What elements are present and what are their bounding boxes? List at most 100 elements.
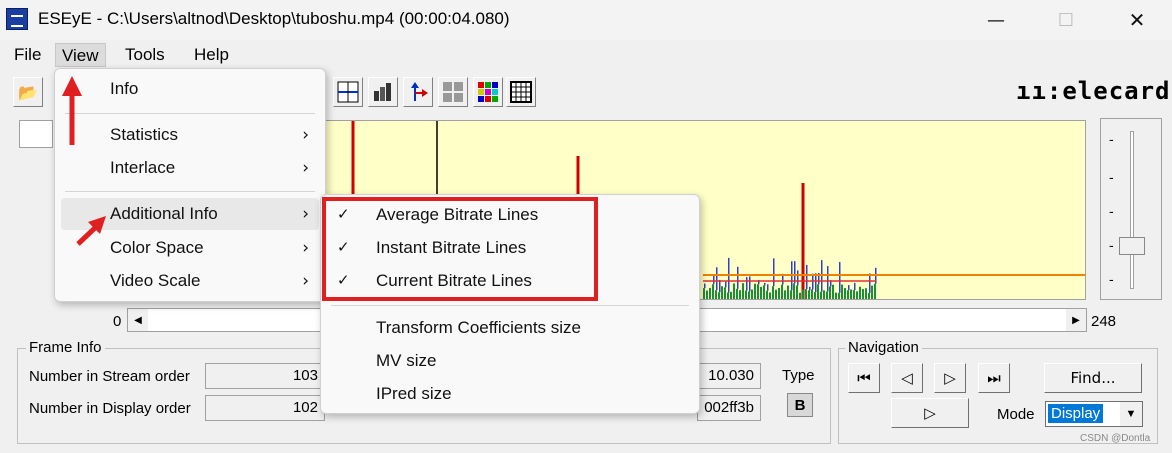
prev-frame-icon: ◁ bbox=[901, 369, 913, 387]
bitrate-bar bbox=[763, 285, 765, 299]
view-menu-item-additional-info[interactable]: Additional Info › bbox=[61, 198, 319, 230]
grid-button[interactable] bbox=[506, 77, 536, 107]
bitrate-bar bbox=[716, 267, 718, 291]
bitrate-bar bbox=[733, 283, 735, 299]
next-frame-button[interactable]: ▷ bbox=[934, 363, 966, 393]
horizontal-line-button[interactable] bbox=[333, 77, 363, 107]
find-button[interactable]: Find... bbox=[1044, 363, 1142, 393]
submenu-item-ipred-size[interactable]: IPred size bbox=[321, 378, 699, 410]
first-frame-button[interactable]: ⏮ bbox=[848, 363, 880, 393]
bitrate-bar bbox=[769, 292, 771, 299]
bitrate-bar bbox=[811, 289, 813, 299]
menu-help[interactable]: Help bbox=[188, 43, 235, 67]
slider-thumb[interactable] bbox=[1119, 237, 1145, 255]
bitrate-bar bbox=[871, 285, 873, 299]
bitrate-bar bbox=[841, 284, 843, 299]
view-menu-item-interlace[interactable]: Interlace › bbox=[55, 152, 325, 184]
title-bar: ESEyE - C:\Users\altnod\Desktop\tuboshu.… bbox=[0, 0, 1172, 40]
bitrate-bar bbox=[802, 289, 804, 299]
bitrate-bar bbox=[787, 285, 789, 299]
stream-order-label: Number in Stream order bbox=[29, 368, 190, 385]
view-menu-item-statistics[interactable]: Statistics › bbox=[55, 119, 325, 151]
close-button[interactable]: ✕ bbox=[1114, 0, 1160, 40]
view-menu-item-video-scale[interactable]: Video Scale › bbox=[55, 265, 325, 297]
bitrate-bar bbox=[806, 264, 808, 290]
scroll-right-arrow[interactable]: ▶ bbox=[1066, 309, 1086, 331]
bitrate-bar bbox=[784, 290, 786, 299]
bitrate-bar bbox=[737, 266, 739, 289]
bitrate-bar bbox=[721, 286, 723, 299]
slider-tick: - bbox=[1109, 271, 1114, 287]
menu-tools[interactable]: Tools bbox=[119, 43, 171, 67]
bitrate-bar bbox=[796, 285, 798, 299]
bitrate-bar bbox=[746, 277, 748, 291]
bitrate-bar bbox=[736, 288, 738, 299]
bitrate-bar bbox=[854, 282, 856, 291]
view-menu-item-info[interactable]: Info bbox=[55, 73, 325, 105]
maximize-button[interactable]: ☐ bbox=[1043, 0, 1089, 40]
motion-vector-button[interactable] bbox=[403, 77, 433, 107]
bitrate-bar bbox=[827, 266, 829, 292]
app-icon bbox=[6, 8, 28, 30]
bitrate-bar bbox=[847, 290, 849, 299]
watermark: CSDN @Dontla bbox=[1080, 433, 1151, 444]
bitrate-bar bbox=[835, 292, 837, 299]
first-frame-icon: ⏮ bbox=[857, 369, 871, 387]
bitrate-bar bbox=[814, 292, 816, 299]
menu-item-label: MV size bbox=[376, 351, 437, 370]
menu-item-label: Video Scale bbox=[110, 271, 201, 290]
frame-preview-box bbox=[19, 120, 53, 148]
folder-icon: 📂 bbox=[18, 82, 38, 102]
slider-tick: - bbox=[1109, 131, 1114, 147]
last-frame-button[interactable]: ⏭ bbox=[978, 363, 1010, 393]
bitrate-bar bbox=[727, 292, 729, 299]
display-order-field: 102 bbox=[205, 395, 325, 421]
bitrate-bar bbox=[704, 283, 706, 289]
bitrate-bar bbox=[724, 287, 726, 299]
bitrate-bar bbox=[706, 290, 708, 299]
frame-offset-field: 002ff3b bbox=[697, 395, 761, 421]
bitrate-bar bbox=[775, 289, 777, 299]
frame-type-box: B bbox=[787, 393, 813, 417]
play-button[interactable]: ▷ bbox=[891, 398, 969, 428]
histogram-button[interactable] bbox=[368, 77, 398, 107]
menu-file[interactable]: File bbox=[8, 43, 47, 67]
prev-frame-button[interactable]: ◁ bbox=[891, 363, 923, 393]
submenu-arrow-icon: › bbox=[302, 125, 309, 145]
submenu-item-transform-coefficients[interactable]: Transform Coefficients size bbox=[321, 312, 699, 344]
window-title: ESEyE - C:\Users\altnod\Desktop\tuboshu.… bbox=[38, 9, 510, 28]
open-file-button[interactable]: 📂 bbox=[13, 77, 43, 107]
bitrate-bar bbox=[868, 292, 870, 299]
submenu-arrow-icon: › bbox=[302, 204, 309, 224]
view-menu-item-color-space[interactable]: Color Space › bbox=[55, 232, 325, 264]
macroblock-button[interactable] bbox=[438, 77, 468, 107]
minimize-button[interactable]: — bbox=[973, 0, 1019, 40]
bitrate-bar bbox=[865, 288, 867, 299]
bitrate-bar bbox=[764, 282, 766, 286]
menu-view[interactable]: View bbox=[55, 43, 106, 67]
bitrate-bar bbox=[817, 284, 819, 299]
stream-order-field: 103 bbox=[205, 363, 325, 389]
menu-item-label: Info bbox=[110, 79, 139, 98]
menu-item-label: IPred size bbox=[376, 384, 452, 403]
scroll-left-arrow[interactable]: ◀ bbox=[128, 309, 148, 331]
submenu-item-mv-size[interactable]: MV size bbox=[321, 345, 699, 377]
frame-time-field: 10.030 bbox=[697, 363, 761, 389]
bitrate-bar bbox=[809, 286, 811, 291]
menu-bar: File View Tools Help bbox=[0, 40, 1172, 68]
mode-label: Mode bbox=[997, 406, 1035, 423]
bitrate-bar bbox=[793, 283, 795, 299]
menu-separator bbox=[65, 113, 315, 114]
display-order-label: Number in Display order bbox=[29, 400, 191, 417]
color-blocks-button[interactable] bbox=[473, 77, 503, 107]
navigation-title: Navigation bbox=[845, 339, 922, 356]
bitrate-bar bbox=[751, 289, 753, 299]
menu-item-label: Color Space bbox=[110, 238, 204, 257]
mode-select[interactable]: Display ▼ bbox=[1045, 401, 1143, 427]
next-frame-icon: ▷ bbox=[944, 369, 956, 387]
submenu-arrow-icon: › bbox=[302, 238, 309, 258]
bitrate-bar bbox=[823, 290, 825, 299]
dropdown-arrow-icon[interactable]: ▼ bbox=[1120, 402, 1142, 426]
range-start-label: 0 bbox=[113, 313, 122, 330]
zoom-slider[interactable]: - - - - - bbox=[1100, 118, 1162, 300]
